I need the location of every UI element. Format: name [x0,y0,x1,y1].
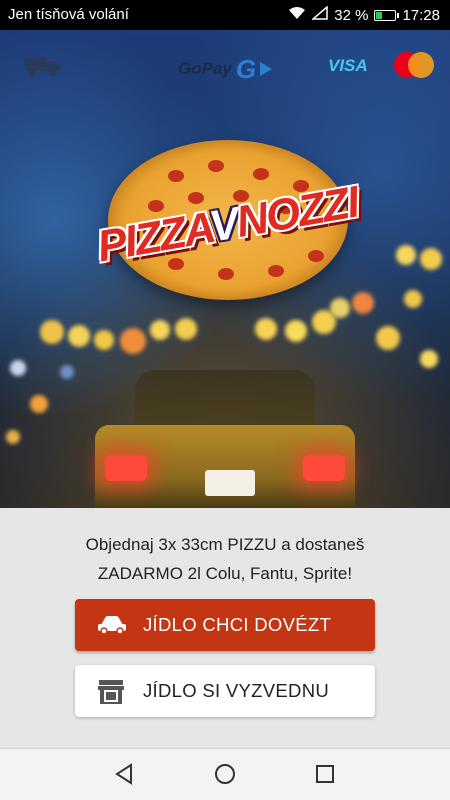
clock: 17:28 [402,6,440,24]
wifi-icon [288,6,306,24]
car-icon [97,613,127,640]
license-plate [205,470,255,496]
delivery-button-label: JÍDLO CHCI DOVÉZT [143,614,332,635]
taillight-left [105,455,147,481]
pizza-v-nozzi-logo: PIZZAVNOZZI [60,140,395,305]
gopay-text: GoPay [178,59,232,78]
gopay-mark: G [235,54,257,84]
pickup-button-label: JÍDLO SI VYZVEDNU [143,680,330,701]
delivery-button[interactable]: JÍDLO CHCI DOVÉZT [75,599,375,651]
recents-icon[interactable] [315,763,335,790]
promo-line-1: Objednaj 3x 33cm PIZZU a dostaneš [85,535,365,554]
mastercard-logo [394,52,434,80]
gopay-arrow-icon [260,62,273,76]
back-icon[interactable] [114,763,134,790]
promo-text: Objednaj 3x 33cm PIZZU a dostaneš ZADARM… [20,530,430,588]
delivery-truck-icon [24,54,62,83]
pickup-button[interactable]: JÍDLO SI VYZVEDNU [75,665,375,717]
navigation-bar [0,748,450,800]
gopay-logo: GoPay G [178,54,273,84]
battery-icon [374,9,400,21]
signal-icon [311,5,328,24]
shop-icon [97,679,125,710]
carrier-text: Jen tísňová volání [8,6,129,23]
status-icons: 32 % 17:28 [288,5,440,24]
hero-banner: GoPay G VISA PIZZAVNOZZI [0,30,450,508]
visa-logo: VISA [328,56,368,75]
taillight-right [303,455,345,481]
taxi-roof [135,370,315,430]
promo-line-2: ZADARMO 2l Colu, Fantu, Sprite! [97,564,353,583]
status-bar: Jen tísňová volání 32 % 17:28 [0,0,450,30]
battery-percent: 32 % [334,6,369,24]
home-icon[interactable] [214,763,236,790]
action-panel: Objednaj 3x 33cm PIZZU a dostaneš ZADARM… [0,508,450,748]
